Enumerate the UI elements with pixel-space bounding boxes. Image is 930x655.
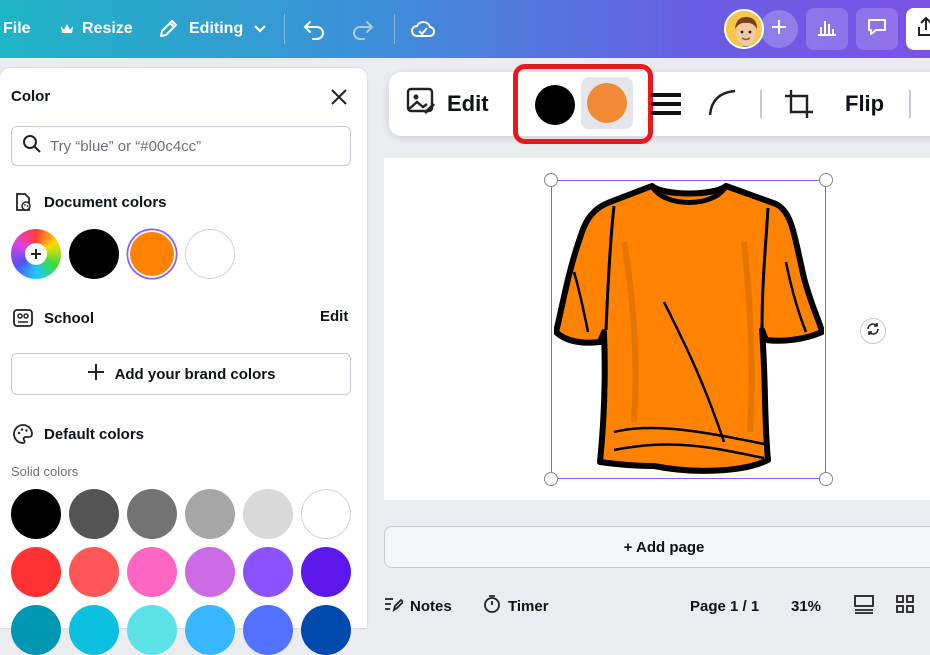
orange-tshirt-graphic bbox=[554, 183, 824, 474]
solid-color-swatch[interactable] bbox=[243, 547, 293, 597]
design-page[interactable] bbox=[384, 158, 930, 500]
notes-icon bbox=[383, 595, 405, 617]
document-color-swatch[interactable] bbox=[130, 232, 174, 276]
context-toolbar: Edit Flip bbox=[389, 64, 930, 144]
solid-color-swatch[interactable] bbox=[69, 489, 119, 539]
search-icon bbox=[22, 134, 42, 159]
editing-mode-button[interactable]: Editing bbox=[157, 0, 267, 58]
crop-icon[interactable] bbox=[783, 88, 815, 125]
solid-color-swatch[interactable] bbox=[185, 547, 235, 597]
solid-color-swatch[interactable] bbox=[127, 489, 177, 539]
toolbar-color-orange-selected[interactable] bbox=[581, 77, 633, 129]
close-icon[interactable] bbox=[328, 86, 350, 108]
toolbar-divider bbox=[760, 90, 762, 118]
solid-color-swatch[interactable] bbox=[301, 489, 351, 539]
share-icon bbox=[916, 16, 930, 43]
comments-button[interactable] bbox=[856, 8, 898, 50]
plus-icon bbox=[771, 19, 787, 40]
color-search-field[interactable] bbox=[11, 126, 351, 166]
page-view-button[interactable] bbox=[853, 592, 875, 620]
cloud-check-icon bbox=[410, 18, 436, 40]
toolbar-color-black[interactable] bbox=[535, 85, 575, 125]
pencil-icon bbox=[157, 18, 179, 40]
flip-button[interactable]: Flip bbox=[845, 72, 884, 136]
solid-color-swatch[interactable] bbox=[11, 547, 61, 597]
toolbar-divider bbox=[909, 90, 911, 118]
notes-button[interactable]: Notes bbox=[383, 592, 452, 620]
solid-color-swatch[interactable] bbox=[185, 605, 235, 655]
page-indicator[interactable]: Page 1 / 1 bbox=[690, 592, 759, 620]
solid-color-swatch[interactable] bbox=[301, 605, 351, 655]
bar-chart-icon bbox=[816, 17, 838, 42]
document-color-swatch[interactable] bbox=[69, 229, 119, 279]
add-collaborator-button[interactable] bbox=[760, 10, 798, 48]
add-brand-colors-button[interactable]: Add your brand colors bbox=[11, 353, 351, 395]
file-menu[interactable]: File bbox=[3, 0, 31, 58]
document-colors-header: Document colors bbox=[11, 190, 167, 214]
zoom-level[interactable]: 31% bbox=[791, 592, 821, 620]
grid-view-button[interactable] bbox=[895, 592, 915, 620]
image-edit-icon bbox=[405, 85, 437, 123]
page-view-icon bbox=[853, 594, 875, 618]
solid-color-swatch[interactable] bbox=[11, 605, 61, 655]
color-panel: Color Document colors School Edit Add yo… bbox=[0, 68, 367, 655]
toolbar-color-orange bbox=[587, 83, 627, 123]
undo-icon bbox=[302, 18, 326, 40]
add-page-button[interactable]: + Add page bbox=[384, 526, 930, 568]
resize-button[interactable]: Resize bbox=[60, 0, 133, 58]
school-kit-header: School bbox=[11, 306, 94, 330]
save-status-button[interactable] bbox=[410, 0, 436, 58]
timer-button[interactable]: Timer bbox=[483, 592, 549, 620]
solid-color-swatch[interactable] bbox=[69, 547, 119, 597]
solid-color-swatch[interactable] bbox=[127, 547, 177, 597]
solid-color-swatch[interactable] bbox=[243, 605, 293, 655]
solid-colors-label: Solid colors bbox=[11, 464, 79, 479]
brand-kit-icon bbox=[11, 306, 35, 330]
solid-color-swatch[interactable] bbox=[127, 605, 177, 655]
toolbar-divider bbox=[394, 14, 395, 44]
top-bar: File Resize Editing bbox=[0, 0, 930, 58]
document-color-swatch[interactable] bbox=[185, 229, 235, 279]
solid-color-swatch[interactable] bbox=[243, 489, 293, 539]
chevron-down-icon bbox=[253, 24, 267, 34]
edit-image-button[interactable]: Edit bbox=[405, 72, 489, 136]
corner-rounding-icon[interactable] bbox=[707, 88, 737, 123]
add-color-button[interactable] bbox=[11, 229, 61, 279]
crown-icon bbox=[60, 23, 74, 35]
default-colors-header: Default colors bbox=[11, 422, 144, 446]
redo-button[interactable] bbox=[351, 0, 375, 58]
palette-document-icon bbox=[11, 190, 35, 214]
panel-title: Color bbox=[11, 88, 51, 105]
avatar[interactable] bbox=[724, 9, 764, 49]
school-edit-link[interactable]: Edit bbox=[320, 308, 348, 325]
plus-icon bbox=[25, 243, 47, 265]
timer-icon bbox=[483, 594, 501, 618]
grid-icon bbox=[895, 594, 915, 618]
rotate-handle[interactable] bbox=[860, 318, 886, 344]
share-button[interactable] bbox=[906, 8, 930, 50]
solid-color-swatch[interactable] bbox=[185, 489, 235, 539]
rotate-icon bbox=[865, 321, 881, 342]
insights-button[interactable] bbox=[806, 8, 848, 50]
undo-button[interactable] bbox=[302, 0, 326, 58]
comment-icon bbox=[866, 17, 888, 42]
plus-icon bbox=[87, 363, 105, 385]
color-search-input[interactable] bbox=[50, 137, 340, 155]
redo-icon bbox=[351, 18, 375, 40]
solid-color-swatch[interactable] bbox=[69, 605, 119, 655]
toolbar-divider bbox=[284, 14, 285, 44]
palette-icon bbox=[11, 422, 35, 446]
border-style-icon[interactable] bbox=[651, 92, 681, 121]
solid-color-swatch[interactable] bbox=[11, 489, 61, 539]
solid-color-swatch[interactable] bbox=[301, 547, 351, 597]
